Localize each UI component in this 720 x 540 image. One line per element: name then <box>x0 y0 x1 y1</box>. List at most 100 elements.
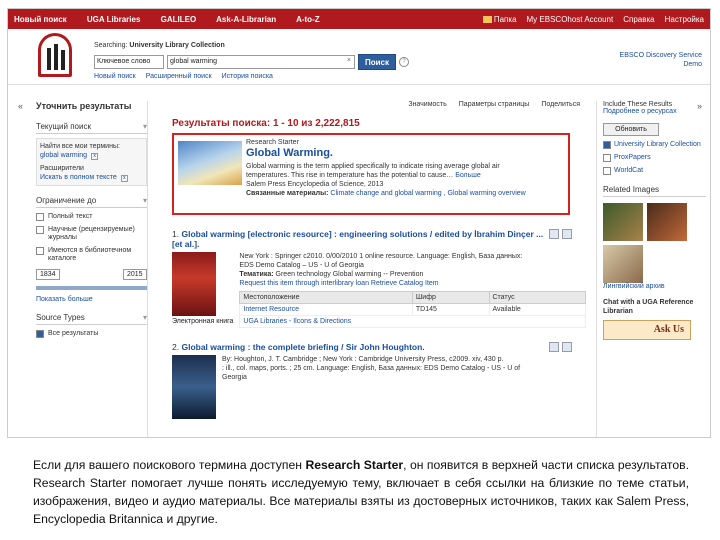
checkbox[interactable] <box>603 141 611 149</box>
checkbox[interactable] <box>603 154 611 162</box>
link-search-history[interactable]: История поиска <box>222 73 273 80</box>
related-image[interactable] <box>603 245 643 283</box>
source-types-heading[interactable]: Source Types ▾ <box>36 313 147 325</box>
related-image[interactable] <box>603 203 643 241</box>
date-slider[interactable] <box>36 286 147 290</box>
more-link[interactable]: Больше <box>455 172 481 179</box>
current-search-heading[interactable]: Текущий поиск ▾ <box>36 122 147 134</box>
nav-uga-libraries[interactable]: UGA Libraries <box>87 15 141 24</box>
nav-my-account[interactable]: My EBSCOhost Account <box>527 15 614 24</box>
chat-heading: Chat with a UGA Reference Librarian <box>603 299 694 315</box>
checkbox[interactable] <box>36 213 44 221</box>
preview-icon[interactable] <box>549 229 559 239</box>
page-options-menu[interactable]: Параметры страницы <box>459 101 530 108</box>
results-toolbar: Значимость Параметры страницы Поделиться <box>156 101 586 108</box>
image-caption[interactable]: Лингвийский архив <box>603 283 706 290</box>
chevron-icon: ▾ <box>142 196 147 205</box>
db-option-1[interactable]: University Library Collection <box>603 141 706 149</box>
share-menu[interactable]: Поделиться <box>541 101 580 108</box>
link-new-search[interactable]: Новый поиск <box>94 73 136 80</box>
related-image[interactable] <box>647 203 687 241</box>
show-more-link[interactable]: Показать больше <box>36 296 147 303</box>
result-meta: By: Houghton, J. T. Cambridge ; New York… <box>222 356 521 381</box>
search-input[interactable]: global warming × <box>167 55 355 69</box>
starter-description: Global warming is the term applied speci… <box>246 162 564 189</box>
related-images-grid <box>603 203 706 283</box>
result-actions-links[interactable]: Request this item through interlibrary l… <box>239 279 586 288</box>
library-logo[interactable] <box>38 33 72 77</box>
related-images-heading: Related Images <box>603 185 706 197</box>
book-cover[interactable] <box>172 355 216 419</box>
related-materials: Связанные материалы: Climate change and … <box>246 190 526 197</box>
checkbox[interactable] <box>603 167 611 175</box>
chevron-icon: ▾ <box>142 122 147 131</box>
checkbox[interactable] <box>36 226 44 234</box>
searching-label: Searching: University Library Collection <box>94 42 225 49</box>
starter-source: Salem Press Encyclopedia of Science, 201… <box>246 181 384 188</box>
results-area: Значимость Параметры страницы Поделиться… <box>156 101 586 437</box>
nav-folder[interactable]: Папка <box>482 15 517 24</box>
result-title-link[interactable]: Global warming : the complete briefing /… <box>181 342 424 352</box>
starter-thumbnail[interactable] <box>178 141 242 185</box>
limit-catalog[interactable]: Имеются в библиотечном каталоге <box>36 247 147 263</box>
result-actions <box>549 229 572 239</box>
add-to-folder-icon[interactable] <box>562 342 572 352</box>
starter-title[interactable]: Global Warming. <box>246 147 564 159</box>
date-to-input[interactable]: 2015 <box>123 269 147 280</box>
search-button[interactable]: Поиск <box>358 54 397 70</box>
ask-us-button[interactable]: Ask Us <box>603 320 691 340</box>
result-item-2: 2. Global warming : the complete briefin… <box>172 342 586 419</box>
db-option-2[interactable]: ProxPapers <box>603 154 706 162</box>
nav-preferences[interactable]: Настройка <box>665 15 704 24</box>
remove-icon[interactable]: x <box>91 153 99 160</box>
nav-a-to-z[interactable]: A-to-Z <box>296 15 320 24</box>
chevron-icon: ▾ <box>142 313 147 322</box>
result-title-link[interactable]: Global warming [electronic resource] : e… <box>172 229 543 249</box>
nav-ask-a-librarian[interactable]: Ask-A-Librarian <box>216 15 276 24</box>
limit-peer-reviewed[interactable]: Научные (рецензируемые) журналы <box>36 226 147 242</box>
holdings-table: Местоположение Шифр Статус Internet Resour… <box>239 291 586 328</box>
link-advanced-search[interactable]: Расширенный поиск <box>146 73 212 80</box>
screenshot-frame: Новый поиск UGA Libraries GALILEO Ask-A-… <box>7 8 711 438</box>
include-results-heading: Include These Results <box>603 101 673 108</box>
term-link[interactable]: global warming x <box>40 151 143 160</box>
result-actions <box>549 342 572 352</box>
collapse-left-icon[interactable]: « <box>18 101 23 111</box>
refine-sidebar: « Уточнить результаты Текущий поиск ▾ Най… <box>18 101 148 437</box>
refine-title: Уточнить результаты <box>36 101 132 111</box>
search-row: Ключевое слово global warming × Поиск ? <box>94 54 410 70</box>
nav-help[interactable]: Справка <box>623 15 654 24</box>
collapse-right-icon[interactable]: » <box>697 101 702 111</box>
current-search-box: Найти все мои термины: global warming x Р… <box>36 138 147 186</box>
help-icon[interactable]: ? <box>399 57 410 67</box>
caption-text: Если для вашего поискового термина досту… <box>33 458 689 526</box>
add-to-folder-icon[interactable] <box>562 229 572 239</box>
checkbox[interactable] <box>36 330 44 338</box>
related-links[interactable]: Climate change and global warming , Glob… <box>330 190 525 197</box>
folder-icon <box>482 15 492 23</box>
nav-galileo[interactable]: GALILEO <box>161 15 197 24</box>
right-sidebar: » Include These Results Подробнее о ресу… <box>596 101 706 437</box>
date-range: 1834 2015 <box>36 269 147 280</box>
limit-heading[interactable]: Ограничение до ▾ <box>36 196 147 208</box>
search-options: Новый поиск Расширенный поиск История по… <box>94 73 273 80</box>
remove-icon[interactable]: x <box>120 175 128 182</box>
nav-new-search[interactable]: Новый поиск <box>14 15 67 24</box>
clear-icon[interactable]: × <box>347 57 351 64</box>
format-label: Электронная книга <box>172 318 234 325</box>
preview-icon[interactable] <box>549 342 559 352</box>
limit-full-text[interactable]: Полный текст <box>36 213 147 221</box>
result-meta: New York : Springer c2010. 0/00/2010 1 o… <box>239 252 586 328</box>
update-button[interactable]: Обновить <box>603 123 659 136</box>
result-item-1: 1. Global warming [electronic resource] … <box>172 229 586 328</box>
date-from-input[interactable]: 1834 <box>36 269 60 280</box>
sort-menu[interactable]: Значимость <box>408 101 446 108</box>
eds-brand: EBSCO Discovery Service Demo <box>619 52 702 68</box>
db-option-3[interactable]: WorldCat <box>603 167 706 175</box>
book-cover[interactable] <box>172 252 216 316</box>
field-select[interactable]: Ключевое слово <box>94 55 164 69</box>
details-link[interactable]: Подробнее о ресурсах <box>603 108 706 115</box>
source-all[interactable]: Все результаты <box>36 330 147 338</box>
expander-link[interactable]: Искать в полном тексте x <box>40 173 143 182</box>
checkbox[interactable] <box>36 247 44 255</box>
